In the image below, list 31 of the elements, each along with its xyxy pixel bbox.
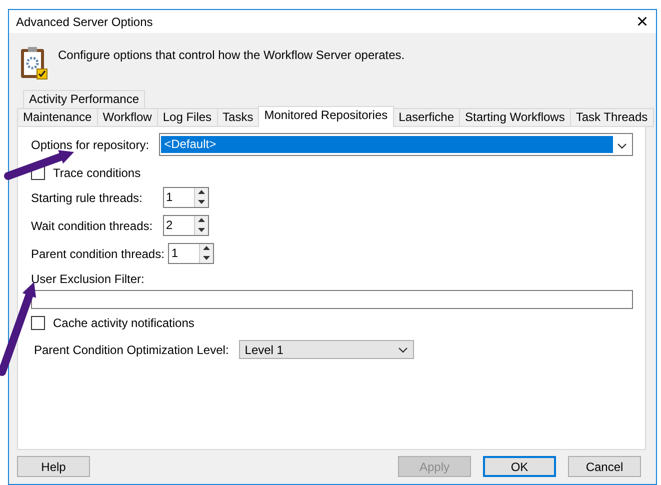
down-arrow-icon[interactable] [195, 225, 208, 234]
chevron-down-icon [617, 142, 627, 148]
field-label: Parent condition threads: [31, 246, 166, 260]
field-label: Wait condition threads: [31, 218, 154, 232]
number-spinner[interactable]: 1 [163, 187, 209, 208]
dialog-button[interactable]: Help [17, 456, 90, 477]
input-field[interactable] [31, 290, 633, 309]
field-label: Options for repository: [31, 138, 150, 152]
dialog-button[interactable]: Cancel [568, 456, 641, 477]
repository-combobox[interactable]: <Default> [159, 133, 633, 156]
level-dropdown[interactable]: Level 1 [238, 340, 414, 359]
up-arrow-icon[interactable] [195, 216, 208, 225]
tab[interactable]: Task Threads [570, 108, 654, 127]
close-button[interactable]: × [636, 12, 648, 32]
down-arrow-icon[interactable] [195, 197, 208, 206]
field-label: Starting rule threads: [31, 190, 144, 204]
dialog-button[interactable]: OK [483, 456, 556, 477]
window-title: Advanced Server Options [16, 14, 153, 28]
chevron-down-icon [398, 346, 408, 352]
checkbox-label: Cache activity notifications [53, 316, 194, 330]
clipboard-icon [20, 46, 48, 80]
field-label: User Exclusion Filter: [31, 272, 146, 286]
number-spinner[interactable]: 1 [168, 243, 214, 264]
tab[interactable]: Activity Performance [23, 90, 146, 109]
up-arrow-icon[interactable] [195, 188, 208, 197]
number-spinner[interactable]: 2 [163, 215, 209, 236]
field-label: Parent Condition Optimization Level: [34, 342, 229, 356]
checkbox-label: Trace conditions [53, 166, 141, 180]
tab[interactable]: Monitored Repositories [258, 106, 394, 127]
description-text: Configure options that control how the Workflow Server operates. [58, 48, 405, 62]
checkbox[interactable] [31, 316, 45, 330]
